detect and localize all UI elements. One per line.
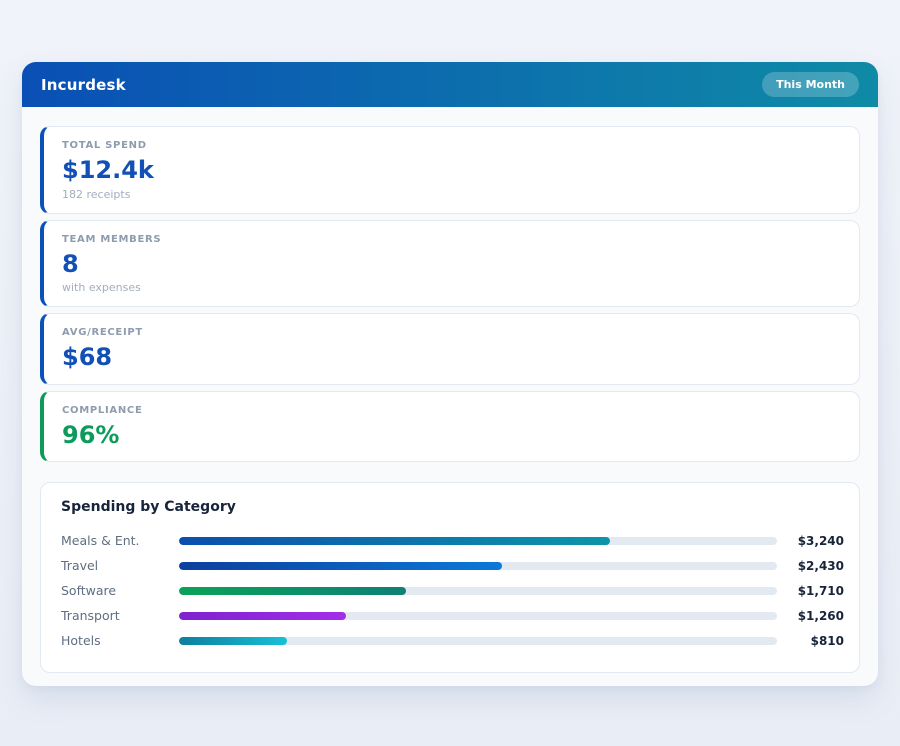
stat-value: $68 xyxy=(62,344,841,372)
category-value: $1,710 xyxy=(786,584,844,598)
spend-row-meals-ent-: Meals & Ent. $3,240 xyxy=(61,528,844,553)
category-label: Travel xyxy=(61,558,179,573)
stat-card-avg-receipt: AVG/RECEIPT $68 xyxy=(40,313,860,385)
spend-row-hotels: Hotels $810 xyxy=(61,628,844,653)
stat-label: AVG/RECEIPT xyxy=(62,327,841,338)
stat-label: TEAM MEMBERS xyxy=(62,234,841,245)
stat-value: 8 xyxy=(62,251,841,279)
dashboard-panel: Incurdesk This Month TOTAL SPEND $12.4k 18… xyxy=(22,62,878,686)
spend-row-transport: Transport $1,260 xyxy=(61,603,844,628)
category-bar-fill xyxy=(179,537,610,545)
category-label: Transport xyxy=(61,608,179,623)
stat-card-team-members: TEAM MEMBERS 8 with expenses xyxy=(40,220,860,308)
category-bar-track xyxy=(179,562,777,570)
period-filter-badge[interactable]: This Month xyxy=(762,72,859,97)
category-value: $810 xyxy=(786,634,844,648)
category-value: $2,430 xyxy=(786,559,844,573)
spending-rows: Meals & Ent. $3,240 Travel $2,430 Software $1… xyxy=(61,528,844,653)
category-label: Software xyxy=(61,583,179,598)
stat-subtext: 182 receipts xyxy=(62,188,841,201)
category-bar-fill xyxy=(179,587,406,595)
stat-card-total-spend: TOTAL SPEND $12.4k 182 receipts xyxy=(40,126,860,214)
category-bar-track xyxy=(179,612,777,620)
stat-label: TOTAL SPEND xyxy=(62,140,841,151)
stat-value: 96% xyxy=(62,422,841,450)
category-bar-fill xyxy=(179,637,287,645)
stats-list: TOTAL SPEND $12.4k 182 receipts TEAM MEMBER… xyxy=(40,126,860,462)
category-label: Meals & Ent. xyxy=(61,533,179,548)
category-value: $3,240 xyxy=(786,534,844,548)
spending-by-category-card: Spending by Category Meals & Ent. $3,240 T… xyxy=(40,482,860,673)
stat-subtext: with expenses xyxy=(62,281,841,294)
spending-title: Spending by Category xyxy=(61,499,844,515)
category-bar-fill xyxy=(179,562,502,570)
category-value: $1,260 xyxy=(786,609,844,623)
stat-value: $12.4k xyxy=(62,157,841,185)
app-title: Incurdesk xyxy=(41,76,126,94)
stat-label: COMPLIANCE xyxy=(62,405,841,416)
category-label: Hotels xyxy=(61,633,179,648)
spend-row-travel: Travel $2,430 xyxy=(61,553,844,578)
category-bar-track xyxy=(179,587,777,595)
category-bar-track xyxy=(179,537,777,545)
stat-card-compliance: COMPLIANCE 96% xyxy=(40,391,860,463)
spend-row-software: Software $1,710 xyxy=(61,578,844,603)
category-bar-fill xyxy=(179,612,346,620)
app-header: Incurdesk This Month xyxy=(22,62,878,107)
panel-body: TOTAL SPEND $12.4k 182 receipts TEAM MEMBER… xyxy=(22,107,878,691)
category-bar-track xyxy=(179,637,777,645)
